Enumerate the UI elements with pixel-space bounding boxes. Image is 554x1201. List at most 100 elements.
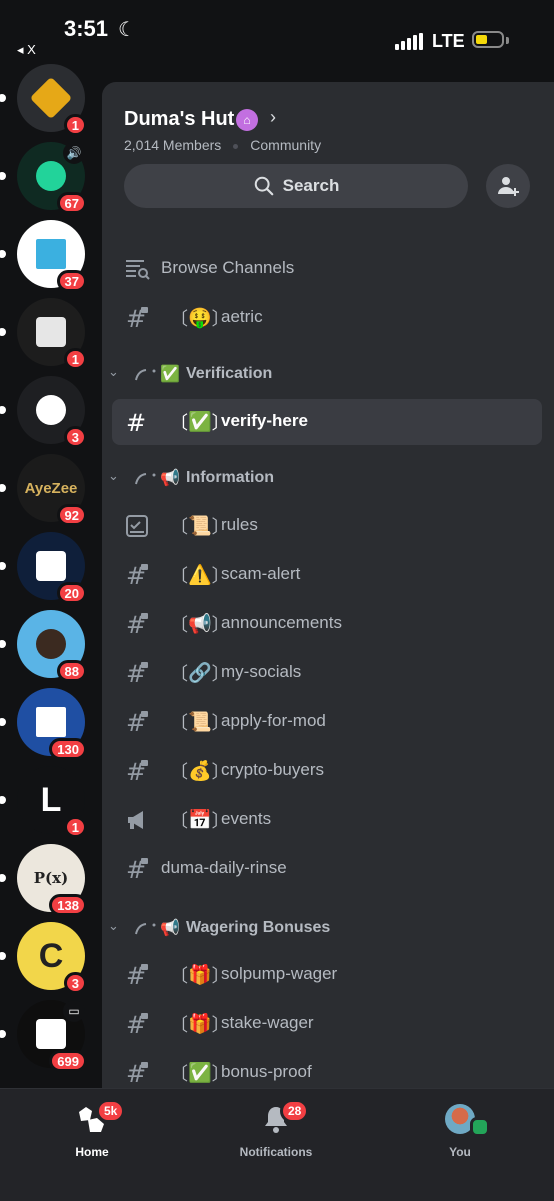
server-logo-mark <box>36 551 66 581</box>
channel-rules[interactable]: 〔 📜 〕 rules <box>112 503 542 549</box>
server-logo-mark <box>36 1019 66 1049</box>
channel-aetric[interactable]: # 〔 🤑 〕 aetric <box>112 295 542 341</box>
server-icon-button[interactable]: 37 <box>17 220 87 292</box>
unread-indicator <box>0 874 6 882</box>
locked-hash-icon: # <box>126 562 148 588</box>
channel-emoji: ⚠️ <box>188 565 212 586</box>
signal-icon <box>395 33 425 50</box>
channel-duma-daily-rinse[interactable]: # duma-daily-rinse <box>112 846 542 892</box>
server-icon-button[interactable]: 1 <box>17 64 87 136</box>
server-icon-button[interactable]: L1 <box>17 766 87 838</box>
channel-name: verify-here <box>221 411 308 430</box>
channel-events[interactable]: 〔 📅 〕 events <box>112 797 542 843</box>
channel-name: rules <box>221 515 258 534</box>
category-emoji: ✅ <box>160 366 180 383</box>
category-information[interactable]: ⌄ 📢 Information <box>108 462 528 494</box>
unread-indicator <box>0 484 6 492</box>
channel-name: my-socials <box>221 662 302 681</box>
unread-indicator <box>0 406 6 414</box>
category-emoji: 📢 <box>160 470 180 487</box>
server-mention-badge: 130 <box>49 738 87 760</box>
speaker-icon: 🔊 <box>63 142 85 164</box>
category-wagering-bonuses[interactable]: ⌄ 📢 Wagering Bonuses <box>108 912 528 944</box>
channel-emoji: 📜 <box>188 712 212 733</box>
server-icon-button[interactable]: 130 <box>17 688 87 760</box>
channel-bonus-proof[interactable]: # 〔 ✅ 〕 bonus-proof <box>112 1050 542 1090</box>
notifications-label: Notifications <box>239 1145 313 1159</box>
locked-hash-icon: # <box>126 611 148 637</box>
chevron-down-icon: ⌄ <box>108 918 119 933</box>
channel-name: duma-daily-rinse <box>161 858 287 877</box>
server-icon-button[interactable]: ▭ 699 <box>17 1000 87 1072</box>
server-icon-button[interactable]: 88 <box>17 610 87 682</box>
unread-indicator <box>0 562 6 570</box>
channel-panel: Duma's Hut ⌂ › 2,014 Members Community Se… <box>102 82 554 1090</box>
server-icon-button[interactable]: AyeZee 92 <box>17 454 87 526</box>
chevron-down-icon: ⌄ <box>108 468 119 483</box>
unread-indicator <box>0 328 6 336</box>
locked-hash-icon: # <box>126 1060 148 1086</box>
unread-indicator <box>0 952 6 960</box>
channel-solpump-wager[interactable]: # 〔 🎁 〕 solpump-wager <box>112 952 542 998</box>
svg-text:#: # <box>126 409 146 435</box>
server-logo-mark <box>36 629 66 659</box>
server-icon-button[interactable]: 1 <box>17 298 87 370</box>
channel-apply-for-mod[interactable]: # 〔 📜 〕 apply-for-mod <box>112 699 542 745</box>
unread-indicator <box>0 1030 6 1038</box>
channel-announcements[interactable]: # 〔 📢 〕 announcements <box>112 601 542 647</box>
hash-icon: # <box>126 409 146 435</box>
server-meta: 2,014 Members Community <box>124 137 321 153</box>
member-count: 2,014 Members <box>124 137 222 153</box>
channel-name: solpump-wager <box>221 964 338 983</box>
channel-my-socials[interactable]: # 〔 🔗 〕 my-socials <box>112 650 542 696</box>
server-mention-badge: 1 <box>63 816 87 838</box>
locked-hash-icon: # <box>126 660 148 686</box>
channel-emoji: 📢 <box>188 614 212 635</box>
browse-channels-item[interactable]: Browse Channels <box>112 246 542 292</box>
nav-home[interactable]: 5k Home <box>22 1099 162 1159</box>
status-bar: 3:51 ☾ ◂ X LTE <box>0 0 554 57</box>
channel-name: stake-wager <box>221 1013 314 1032</box>
server-icon-button[interactable]: 20 <box>17 532 87 604</box>
community-house-icon: ⌂ <box>236 109 258 131</box>
channel-name: apply-for-mod <box>221 711 326 730</box>
channel-crypto-buyers[interactable]: # 〔 💰 〕 crypto-buyers <box>112 748 542 794</box>
server-icon-button[interactable]: 3 <box>17 376 87 448</box>
locked-hash-icon: # <box>126 305 148 331</box>
channel-verify-here[interactable]: # 〔 ✅ 〕 verify-here <box>112 399 542 445</box>
home-badge: 5k <box>96 1099 126 1123</box>
megaphone-icon <box>128 811 143 829</box>
server-icon-button[interactable]: 🔊 67 <box>17 142 87 214</box>
nav-notifications[interactable]: 28 Notifications <box>206 1099 346 1159</box>
server-mention-badge: 92 <box>56 504 87 526</box>
locked-hash-icon: # <box>126 1011 148 1037</box>
server-icon-button[interactable]: C3 <box>17 922 87 994</box>
channel-name: events <box>221 809 272 828</box>
server-icon-button[interactable]: P(x) 138 <box>17 844 87 916</box>
category-verification[interactable]: ⌄ ✅ Verification <box>108 358 528 390</box>
server-mention-badge: 67 <box>56 192 87 214</box>
channel-scam-alert[interactable]: # 〔 ⚠️ 〕 scam-alert <box>112 552 542 598</box>
nav-you[interactable]: You <box>390 1101 530 1159</box>
network-type: LTE <box>432 31 465 51</box>
server-logo-mark <box>36 161 66 191</box>
locked-hash-icon: # <box>126 962 148 988</box>
channel-emoji: 💰 <box>188 761 212 782</box>
channel-name: bonus-proof <box>221 1062 312 1081</box>
channel-emoji: ✅ <box>188 412 212 433</box>
channel-stake-wager[interactable]: # 〔 🎁 〕 stake-wager <box>112 1001 542 1047</box>
server-name[interactable]: Duma's Hut <box>124 108 234 131</box>
server-mention-badge: 37 <box>56 270 87 292</box>
search-button[interactable]: Search <box>124 164 468 208</box>
server-mention-badge: 3 <box>63 972 87 994</box>
category-label: Wagering Bonuses <box>186 919 331 936</box>
search-label: Search <box>282 176 340 195</box>
channel-name: crypto-buyers <box>221 760 324 779</box>
chevron-right-icon[interactable]: › <box>270 107 276 128</box>
invite-members-button[interactable] <box>486 164 530 208</box>
you-label: You <box>449 1145 471 1159</box>
channel-name: aetric <box>221 307 263 326</box>
battery-cap <box>506 37 509 44</box>
server-mention-badge: 1 <box>63 114 87 136</box>
server-mention-badge: 20 <box>56 582 87 604</box>
